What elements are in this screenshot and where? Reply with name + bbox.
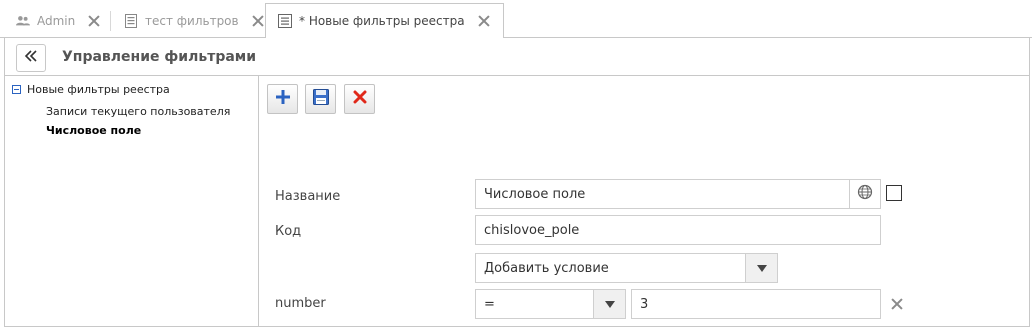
close-icon[interactable] (477, 14, 491, 28)
tab-test-filters-label: тест фильтров (145, 13, 239, 28)
condition-value-field[interactable]: 3 (631, 289, 881, 319)
double-chevron-left-icon (24, 50, 38, 66)
users-icon (16, 14, 30, 28)
operator-value: = (484, 296, 495, 312)
tree-root[interactable]: Новые фильтры реестра (12, 83, 170, 96)
filter-editor: Название Числовое поле Код chislovoe_pol… (259, 76, 1029, 327)
remove-condition-icon[interactable] (891, 298, 903, 310)
name-label: Название (275, 189, 341, 204)
red-x-icon (353, 90, 367, 108)
list-document-icon (278, 14, 292, 28)
delete-button[interactable] (344, 84, 375, 114)
chevron-down-icon (756, 264, 767, 272)
tab-admin-label: Admin (37, 13, 76, 28)
add-condition-label: Добавить условие (484, 260, 609, 276)
checkbox[interactable] (886, 185, 902, 201)
tab-test-filters[interactable]: тест фильтров (124, 3, 265, 38)
close-icon[interactable] (87, 14, 101, 28)
condition-value: 3 (640, 296, 649, 312)
close-icon[interactable] (251, 14, 265, 28)
collapse-node-icon[interactable] (12, 85, 21, 94)
tab-bar: Admin тест фильтров * Новые фильтры реес… (0, 0, 1032, 39)
code-field[interactable]: chislovoe_pole (475, 215, 881, 245)
globe-icon (857, 184, 873, 204)
dropdown-button[interactable] (593, 290, 625, 318)
document-icon (124, 13, 138, 28)
add-condition-select[interactable]: Добавить условие (475, 253, 778, 283)
dropdown-button[interactable] (745, 254, 777, 282)
add-button[interactable] (267, 84, 298, 114)
plus-icon (275, 90, 290, 108)
operator-select[interactable]: = (475, 289, 626, 319)
tab-admin[interactable]: Admin (16, 3, 101, 38)
tab-divider (110, 11, 111, 31)
filter-management-panel: Управление фильтрами Новые фильтры реест… (4, 38, 1030, 327)
tab-new-registry-filters[interactable]: * Новые фильтры реестра (265, 3, 504, 39)
page-title: Управление фильтрами (62, 49, 257, 65)
tree-root-label: Новые фильтры реестра (27, 83, 170, 96)
tab-new-registry-filters-label: * Новые фильтры реестра (299, 14, 465, 28)
collapse-button[interactable] (16, 44, 46, 72)
tree-item-numeric-field[interactable]: Числовое поле (46, 124, 141, 137)
name-field-value: Числовое поле (484, 186, 586, 202)
translate-button[interactable] (849, 180, 880, 208)
code-field-value: chislovoe_pole (484, 222, 580, 238)
save-button[interactable] (305, 84, 336, 114)
tree-item-current-user-records[interactable]: Записи текущего пользователя (46, 105, 230, 118)
panel-header: Управление фильтрами (5, 38, 1029, 76)
filter-tree: Новые фильтры реестра Записи текущего по… (5, 76, 259, 327)
condition-field-label: number (275, 296, 326, 311)
code-label: Код (275, 224, 302, 239)
name-field[interactable]: Числовое поле (475, 179, 881, 209)
floppy-disk-icon (312, 89, 329, 109)
chevron-down-icon (604, 300, 615, 308)
